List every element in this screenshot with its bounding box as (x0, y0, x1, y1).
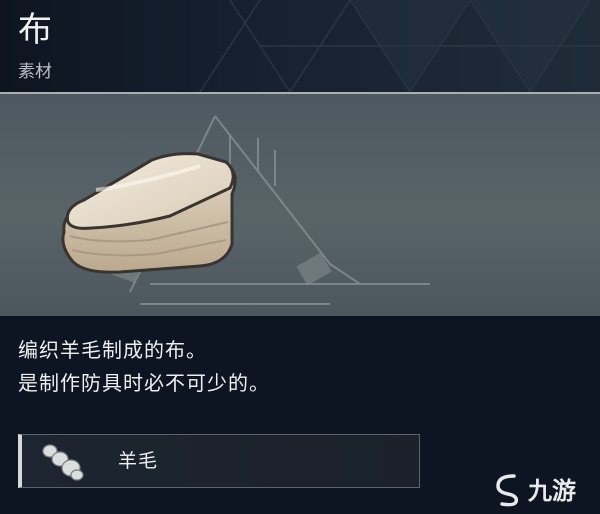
watermark-text: 九游 (527, 477, 576, 505)
jiuyou-logo: 九游 (496, 474, 576, 507)
description-line: 编织羊毛制成的布。 (18, 338, 207, 362)
item-name: 布 (18, 10, 53, 50)
cloth-icon (61, 152, 237, 274)
item-art-panel (0, 92, 600, 316)
wool-icon (42, 444, 84, 481)
jiuyou-watermark: 九游 (488, 468, 592, 508)
material-row-wool[interactable]: 羊毛 (18, 434, 420, 488)
description-line: 是制作防具时必不可少的。 (18, 371, 270, 395)
header-triangle-pattern (199, 0, 600, 92)
item-description: 编织羊毛制成的布。 是制作防具时必不可少的。 (18, 334, 578, 400)
item-artwork (61, 115, 430, 305)
item-category: 素材 (18, 62, 52, 82)
item-header: 布 素材 (0, 0, 600, 92)
material-label: 羊毛 (118, 450, 159, 472)
